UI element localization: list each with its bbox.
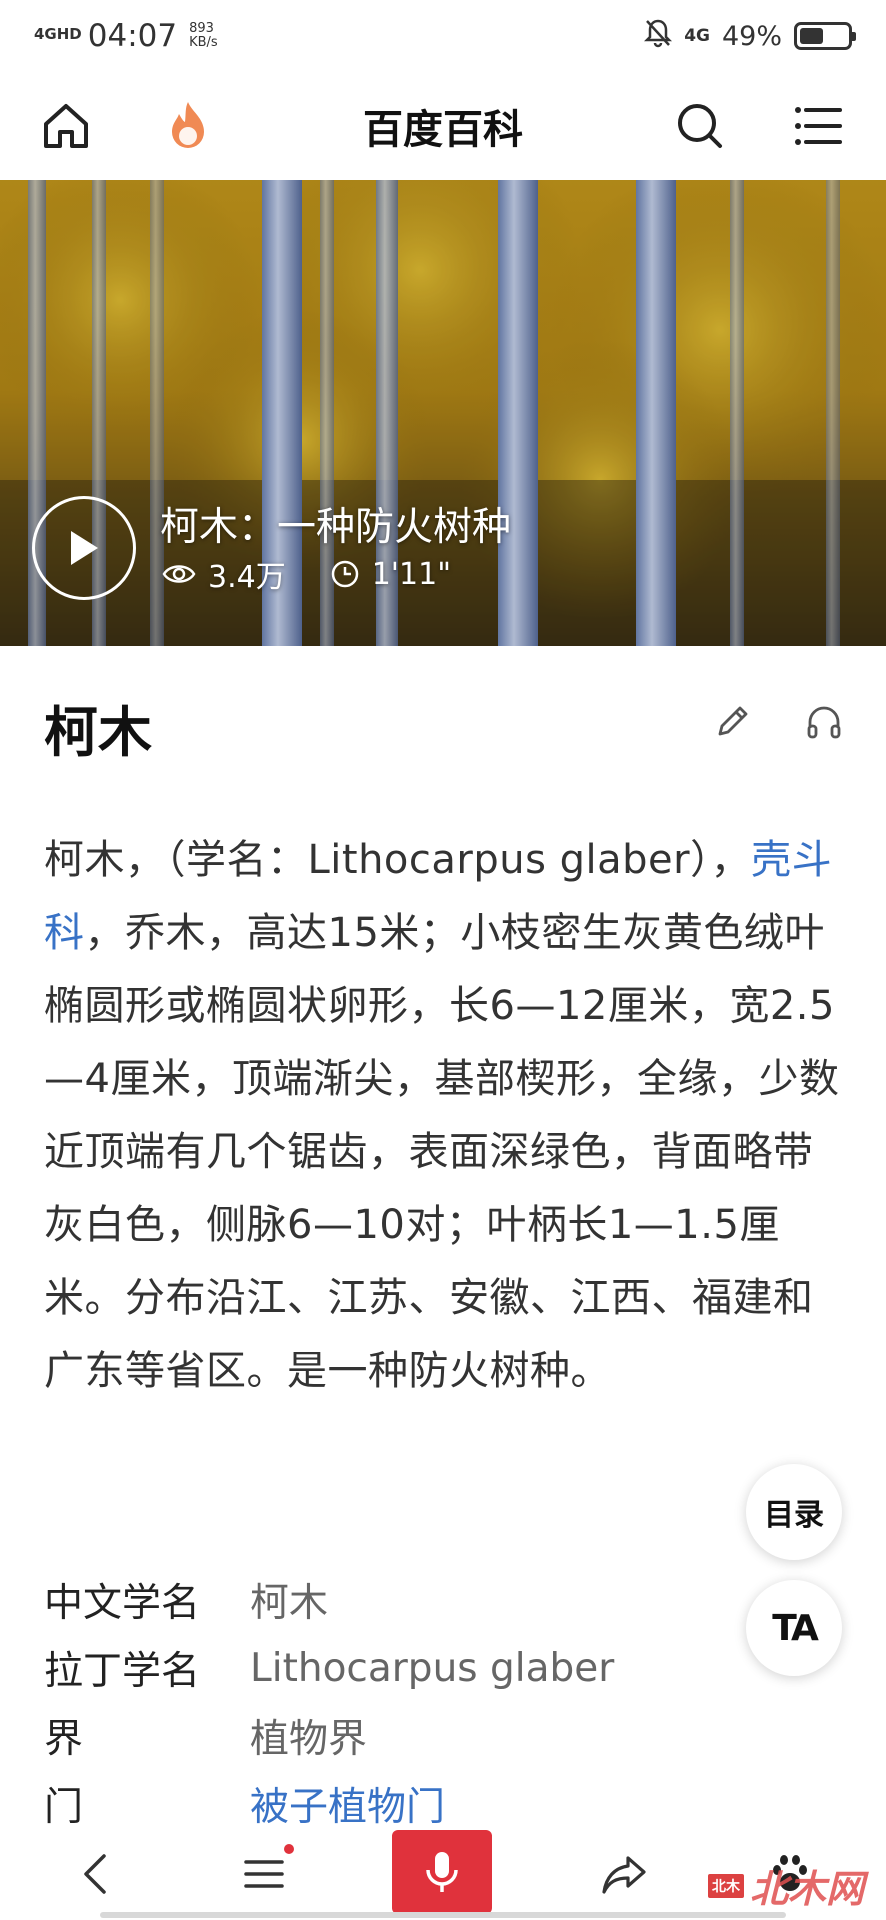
notification-dot — [284, 1844, 294, 1854]
back-icon[interactable] — [66, 1844, 126, 1904]
play-icon — [71, 531, 98, 565]
info-row-phylum: 门 被子植物门 — [44, 1770, 744, 1838]
app-bar: 百度百科 — [0, 72, 886, 180]
headphone-icon[interactable] — [804, 702, 844, 742]
entry-title: 柯木 — [44, 701, 152, 764]
battery-percent: 49% — [721, 20, 782, 52]
entry-summary: 柯木，（学名：Lithocarpus glaber），壳斗科，乔木，高达15米；… — [44, 824, 846, 1408]
video-hero[interactable]: 柯木：一种防火树种 3.4万 1'11" — [0, 180, 886, 646]
ta-button[interactable]: TA — [746, 1580, 842, 1676]
info-label: 门 — [44, 1785, 84, 1830]
summary-text-body: ，乔木，高达15米；小枝密生灰黄色绒叶椭圆形或椭圆状卵形，长6—12厘米，宽2.… — [44, 910, 840, 1394]
info-label: 拉丁学名 — [44, 1649, 201, 1694]
search-icon[interactable] — [668, 94, 732, 158]
video-meta: 3.4万 1'11" — [162, 552, 495, 596]
play-button[interactable] — [32, 496, 136, 600]
info-label: 界 — [44, 1717, 84, 1762]
phylum-link[interactable]: 被子植物门 — [250, 1776, 445, 1832]
status-time: 04:07 — [87, 18, 178, 54]
app-title: 百度百科 — [363, 107, 523, 153]
duration: 1'11" — [330, 557, 451, 592]
eye-icon — [162, 565, 196, 583]
home-indicator[interactable] — [100, 1912, 786, 1918]
info-value: 植物界 — [250, 1717, 368, 1762]
network-speed: 893 KB/s — [189, 21, 218, 50]
microphone-icon — [426, 1852, 458, 1892]
watermark-text: 北木网 — [750, 1867, 865, 1911]
info-row-latin-name: 拉丁学名 Lithocarpus glaber — [44, 1634, 744, 1702]
video-title: 柯木：一种防火树种 — [160, 505, 512, 550]
watermark-badge: 北木 — [708, 1873, 744, 1898]
voice-search-button[interactable] — [392, 1830, 492, 1914]
info-value: 柯木 — [250, 1581, 329, 1626]
summary-text-lead: 柯木，（学名：Lithocarpus glaber）， — [44, 837, 752, 883]
status-bar: 4GHD 04:07 893 KB/s 4G 49% — [0, 0, 886, 72]
info-row-chinese-name: 中文学名 柯木 — [44, 1566, 744, 1634]
share-icon[interactable] — [594, 1844, 654, 1904]
signal-type: 4G — [684, 26, 710, 46]
battery-icon — [794, 22, 856, 50]
info-value: Lithocarpus glaber — [250, 1645, 615, 1691]
menu-icon[interactable] — [786, 94, 850, 158]
toc-button[interactable]: 目录 — [746, 1464, 842, 1560]
network-type: 4GHD — [34, 24, 82, 43]
info-row-kingdom: 界 植物界 — [44, 1702, 744, 1770]
basic-info: 中文学名 柯木 拉丁学名 Lithocarpus glaber 界 植物界 门 … — [44, 1566, 744, 1838]
home-icon[interactable] — [34, 94, 98, 158]
hot-flame-icon[interactable] — [156, 94, 220, 158]
view-count: 3.4万 — [162, 552, 286, 596]
edit-icon[interactable] — [712, 702, 752, 742]
clock-icon — [331, 560, 358, 588]
info-label: 中文学名 — [44, 1581, 201, 1626]
mute-icon — [644, 18, 673, 55]
site-watermark: 北木 北木网 — [708, 1858, 864, 1913]
